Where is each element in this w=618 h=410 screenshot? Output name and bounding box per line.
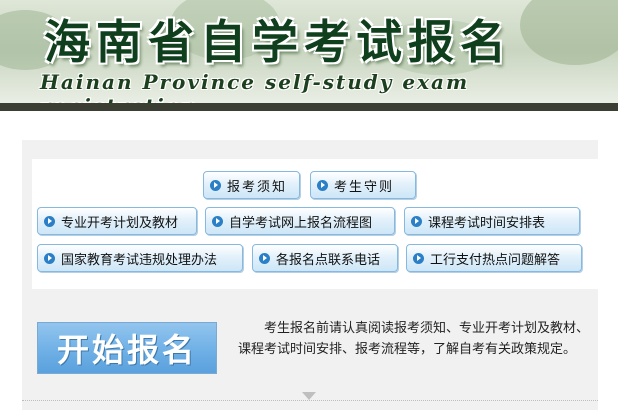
nav-button-candidate-rules[interactable]: 考生守则 [310, 171, 416, 199]
nav-button-label: 工行支付热点问题解答 [430, 252, 561, 268]
nav-button-label: 报考须知 [227, 179, 288, 195]
arrow-circle-icon [210, 179, 221, 191]
arrow-circle-icon [259, 252, 270, 264]
arrow-circle-icon [411, 215, 422, 227]
arrow-circle-icon [413, 252, 424, 264]
arrow-circle-icon [44, 252, 55, 264]
registration-notice: 考生报名前请认真阅读报考须知、专业开考计划及教材、课程考试时间安排、报考流程等，… [238, 321, 590, 357]
banner-divider [0, 103, 618, 111]
nav-button-label: 各报名点联系电话 [276, 252, 381, 268]
nav-button-contact-phones[interactable]: 各报名点联系电话 [252, 244, 398, 272]
dotted-divider [22, 400, 598, 401]
arrow-circle-icon [44, 215, 55, 227]
down-arrow-icon [302, 392, 316, 400]
site-title: 海南省自学考试报名 [44, 15, 512, 69]
nav-button-exam-plan[interactable]: 专业开考计划及教材 [37, 207, 197, 235]
nav-button-exam-schedule[interactable]: 课程考试时间安排表 [404, 207, 580, 235]
nav-button-label: 课程考试时间安排表 [428, 215, 546, 231]
arrow-circle-icon [212, 215, 223, 227]
nav-button-exam-notice[interactable]: 报考须知 [203, 171, 300, 199]
header-banner: 海南省自学考试报名 Hainan Province self-study exa… [0, 0, 618, 111]
nav-button-registration-flow[interactable]: 自学考试网上报名流程图 [205, 207, 395, 235]
nav-button-label: 国家教育考试违规处理办法 [61, 252, 218, 268]
leaf-decoration [520, 0, 618, 65]
nav-button-payment-faq[interactable]: 工行支付热点问题解答 [406, 244, 582, 272]
nav-button-label: 自学考试网上报名流程图 [229, 215, 373, 231]
nav-button-violation-rules[interactable]: 国家教育考试违规处理办法 [37, 244, 243, 272]
arrow-circle-icon [317, 179, 328, 191]
nav-button-label: 专业开考计划及教材 [61, 215, 179, 231]
nav-button-label: 考生守则 [334, 179, 395, 195]
start-registration-button[interactable]: 开始报名 [37, 322, 217, 374]
